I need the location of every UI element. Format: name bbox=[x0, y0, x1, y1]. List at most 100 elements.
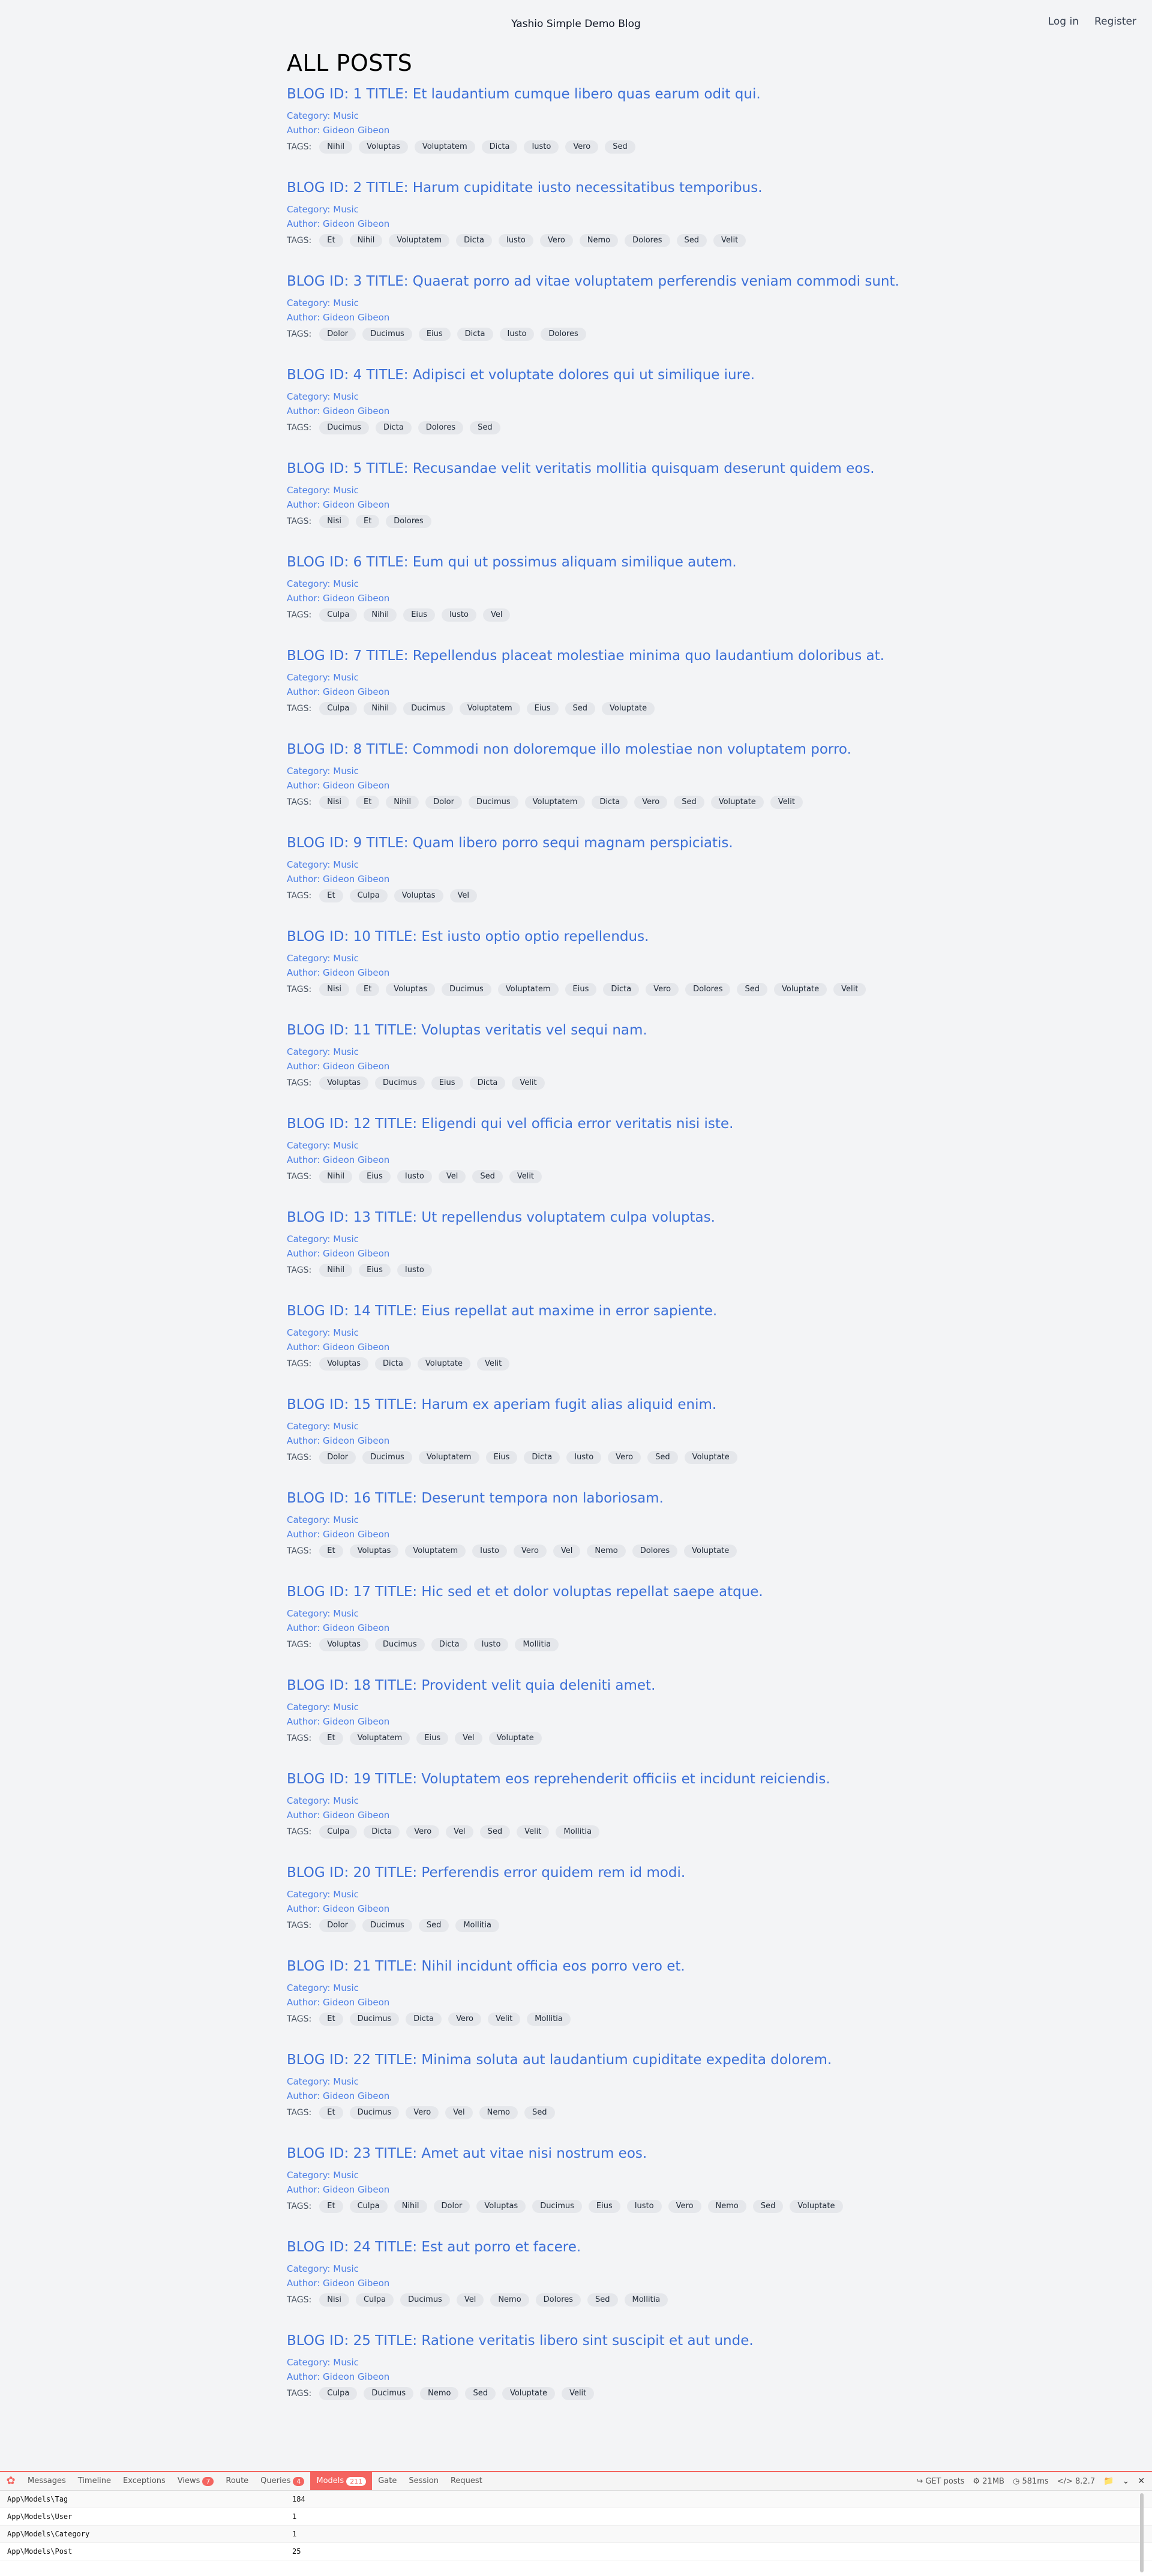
tag-pill[interactable]: Et bbox=[319, 889, 343, 902]
post-title-link[interactable]: BLOG ID: 24 TITLE: Est aut porro et face… bbox=[287, 2239, 581, 2255]
tag-pill[interactable]: Nemo bbox=[587, 1545, 626, 1558]
tag-pill[interactable]: Vel bbox=[482, 608, 511, 622]
tag-pill[interactable]: Iusto bbox=[472, 1545, 508, 1558]
tag-pill[interactable]: Ducimus bbox=[364, 2387, 414, 2400]
tag-pill[interactable]: Nisi bbox=[319, 983, 349, 996]
tag-pill[interactable]: Vero bbox=[634, 796, 668, 809]
tag-pill[interactable]: Voluptas bbox=[349, 1545, 399, 1558]
tag-pill[interactable]: Nihil bbox=[319, 1170, 353, 1183]
post-title-link[interactable]: BLOG ID: 7 TITLE: Repellendus placeat mo… bbox=[287, 648, 884, 664]
tag-pill[interactable]: Vel bbox=[455, 1732, 482, 1745]
tag-pill[interactable]: Nihil bbox=[319, 1264, 353, 1277]
tag-pill[interactable]: Dicta bbox=[469, 1076, 506, 1090]
tag-pill[interactable]: Nemo bbox=[479, 2106, 518, 2119]
tag-pill[interactable]: Vero bbox=[646, 983, 679, 996]
tag-pill[interactable]: Ducimus bbox=[349, 2013, 400, 2026]
post-author-link[interactable]: Author: Gideon Gibeon bbox=[287, 1154, 389, 1165]
post-title-link[interactable]: BLOG ID: 1 TITLE: Et laudantium cumque l… bbox=[287, 86, 761, 102]
post-category-link[interactable]: Category: Music bbox=[287, 859, 359, 870]
tag-pill[interactable]: Et bbox=[319, 2200, 343, 2213]
tag-pill[interactable]: Voluptate bbox=[710, 796, 764, 809]
post-category-link[interactable]: Category: Music bbox=[287, 578, 359, 589]
post-author-link[interactable]: Author: Gideon Gibeon bbox=[287, 406, 389, 416]
post-author-link[interactable]: Author: Gideon Gibeon bbox=[287, 1623, 389, 1633]
tag-pill[interactable]: Velit bbox=[713, 234, 746, 247]
post-author-link[interactable]: Author: Gideon Gibeon bbox=[287, 1061, 389, 1072]
post-category-link[interactable]: Category: Music bbox=[287, 672, 359, 683]
debug-tab-models[interactable]: Models 211 bbox=[310, 2472, 373, 2490]
tag-pill[interactable]: Nihil bbox=[386, 796, 419, 809]
tag-pill[interactable]: Velit bbox=[517, 1825, 550, 1839]
tag-pill[interactable]: Vel bbox=[438, 1170, 466, 1183]
tag-pill[interactable]: Et bbox=[319, 2106, 343, 2119]
post-author-link[interactable]: Author: Gideon Gibeon bbox=[287, 967, 389, 978]
post-title-link[interactable]: BLOG ID: 25 TITLE: Ratione veritatis lib… bbox=[287, 2333, 754, 2349]
tag-pill[interactable]: Culpa bbox=[319, 608, 358, 622]
post-category-link[interactable]: Category: Music bbox=[287, 2170, 359, 2181]
post-author-link[interactable]: Author: Gideon Gibeon bbox=[287, 125, 389, 136]
tag-pill[interactable]: Voluptatem bbox=[349, 1732, 410, 1745]
post-title-link[interactable]: BLOG ID: 18 TITLE: Provident velit quia … bbox=[287, 1678, 655, 1693]
tag-pill[interactable]: Dicta bbox=[603, 983, 640, 996]
tag-pill[interactable]: Vel bbox=[446, 1825, 473, 1839]
tag-pill[interactable]: Ducimus bbox=[532, 2200, 582, 2213]
debug-tab-exceptions[interactable]: Exceptions bbox=[117, 2472, 172, 2490]
tag-pill[interactable]: Dolores bbox=[625, 234, 670, 247]
tag-pill[interactable]: Vero bbox=[539, 234, 573, 247]
tag-pill[interactable]: Vero bbox=[668, 2200, 701, 2213]
tag-pill[interactable]: Dicta bbox=[481, 140, 518, 154]
post-category-link[interactable]: Category: Music bbox=[287, 1421, 359, 1432]
tag-pill[interactable]: Vero bbox=[406, 1825, 440, 1839]
post-title-link[interactable]: BLOG ID: 13 TITLE: Ut repellendus volupt… bbox=[287, 1210, 715, 1225]
tag-pill[interactable]: Iusto bbox=[473, 1638, 509, 1651]
tag-pill[interactable]: Velit bbox=[488, 2013, 521, 2026]
tag-pill[interactable]: Iusto bbox=[397, 1264, 432, 1277]
tag-pill[interactable]: Dolor bbox=[319, 1919, 356, 1932]
post-title-link[interactable]: BLOG ID: 11 TITLE: Voluptas veritatis ve… bbox=[287, 1022, 647, 1038]
tag-pill[interactable]: Ducimus bbox=[375, 1638, 425, 1651]
post-author-link[interactable]: Author: Gideon Gibeon bbox=[287, 1810, 389, 1821]
tag-pill[interactable]: Velit bbox=[833, 983, 866, 996]
tag-pill[interactable]: Voluptas bbox=[319, 1638, 369, 1651]
post-title-link[interactable]: BLOG ID: 16 TITLE: Deserunt tempora non … bbox=[287, 1491, 664, 1506]
post-title-link[interactable]: BLOG ID: 21 TITLE: Nihil incidunt offici… bbox=[287, 1959, 685, 1974]
debug-panel-scrollbar[interactable] bbox=[1140, 2493, 1144, 2572]
post-author-link[interactable]: Author: Gideon Gibeon bbox=[287, 1435, 389, 1446]
post-title-link[interactable]: BLOG ID: 5 TITLE: Recusandae velit verit… bbox=[287, 461, 875, 476]
post-title-link[interactable]: BLOG ID: 19 TITLE: Voluptatem eos repreh… bbox=[287, 1771, 830, 1787]
tag-pill[interactable]: Dolor bbox=[425, 796, 462, 809]
tag-pill[interactable]: Sed bbox=[479, 1825, 511, 1839]
tag-pill[interactable]: Sed bbox=[465, 2387, 496, 2400]
tag-pill[interactable]: Dolores bbox=[535, 2293, 581, 2307]
post-title-link[interactable]: BLOG ID: 4 TITLE: Adipisci et voluptate … bbox=[287, 367, 755, 383]
post-category-link[interactable]: Category: Music bbox=[287, 1795, 359, 1806]
tag-pill[interactable]: Velit bbox=[770, 796, 803, 809]
post-title-link[interactable]: BLOG ID: 14 TITLE: Eius repellat aut max… bbox=[287, 1303, 717, 1319]
post-author-link[interactable]: Author: Gideon Gibeon bbox=[287, 1997, 389, 2008]
tag-pill[interactable]: Dicta bbox=[364, 1825, 400, 1839]
post-category-link[interactable]: Category: Music bbox=[287, 1046, 359, 1057]
tag-pill[interactable]: Vel bbox=[449, 889, 477, 902]
tag-pill[interactable]: Sed bbox=[605, 140, 635, 154]
tag-pill[interactable]: Nihil bbox=[364, 608, 397, 622]
tag-pill[interactable]: Eius bbox=[403, 608, 436, 622]
tag-pill[interactable]: Sed bbox=[565, 702, 596, 715]
tag-pill[interactable]: Mollitia bbox=[624, 2293, 668, 2307]
post-category-link[interactable]: Category: Music bbox=[287, 1327, 359, 1338]
post-category-link[interactable]: Category: Music bbox=[287, 1608, 359, 1619]
tag-pill[interactable]: Iusto bbox=[566, 1451, 602, 1464]
tag-pill[interactable]: Eius bbox=[359, 1264, 391, 1277]
tag-pill[interactable]: Nemo bbox=[707, 2200, 746, 2213]
tag-pill[interactable]: Velit bbox=[476, 1357, 510, 1371]
tag-pill[interactable]: Sed bbox=[676, 234, 707, 247]
tag-pill[interactable]: Culpa bbox=[319, 702, 358, 715]
tag-pill[interactable]: Dicta bbox=[457, 328, 493, 341]
tag-pill[interactable]: Voluptas bbox=[394, 889, 443, 902]
login-link[interactable]: Log in bbox=[1048, 16, 1079, 28]
post-title-link[interactable]: BLOG ID: 9 TITLE: Quam libero porro sequ… bbox=[287, 835, 733, 851]
post-title-link[interactable]: BLOG ID: 8 TITLE: Commodi non doloremque… bbox=[287, 742, 851, 757]
tag-pill[interactable]: Nisi bbox=[319, 796, 349, 809]
tag-pill[interactable]: Voluptate bbox=[790, 2200, 843, 2213]
post-author-link[interactable]: Author: Gideon Gibeon bbox=[287, 1529, 389, 1540]
post-title-link[interactable]: BLOG ID: 10 TITLE: Est iusto optio optio… bbox=[287, 929, 649, 944]
